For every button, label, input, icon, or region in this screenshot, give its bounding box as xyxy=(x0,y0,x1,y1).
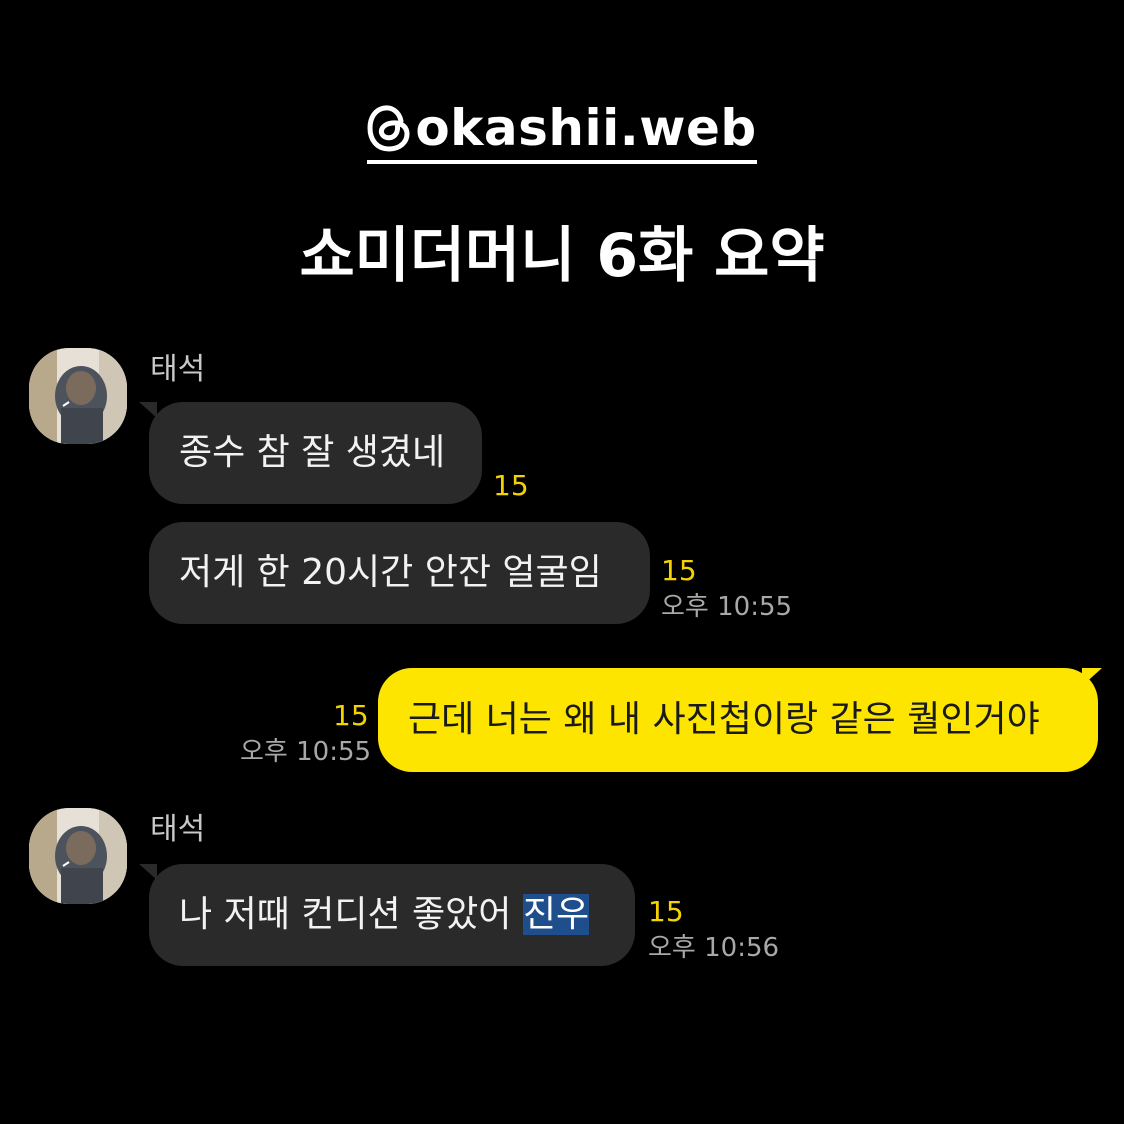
message-time: 오후 10:55 xyxy=(240,737,372,767)
message-bubble[interactable]: 저게 한 20시간 안잔 얼굴임 xyxy=(149,522,650,624)
message-bubble[interactable]: 나 저때 컨디션 좋았어 진우 xyxy=(149,864,635,966)
handle-text: okashii.web xyxy=(415,99,757,157)
profile-photo xyxy=(29,348,127,444)
unread-count: 15 xyxy=(661,554,697,587)
selected-text-highlight[interactable]: 진우 xyxy=(522,894,590,935)
message-text: 종수 참 잘 생겼네 xyxy=(179,432,446,473)
threads-handle: okashii.web xyxy=(0,98,1124,164)
bubble-tail xyxy=(1082,668,1102,686)
handle-underline: okashii.web xyxy=(367,98,757,164)
threads-icon xyxy=(367,105,410,152)
bubble-tail xyxy=(139,864,157,880)
unread-count: 15 xyxy=(648,895,684,928)
message-text: 나 저때 컨디션 좋았어 진우 xyxy=(179,894,590,935)
avatar[interactable] xyxy=(29,348,127,444)
message-bubble[interactable]: 종수 참 잘 생겼네 xyxy=(149,402,482,504)
bubble-tail xyxy=(139,402,157,418)
message-time: 오후 10:56 xyxy=(648,933,780,963)
avatar[interactable] xyxy=(29,808,127,904)
unread-count: 15 xyxy=(333,699,369,732)
message-text-plain: 나 저때 컨디션 좋았어 xyxy=(179,894,523,935)
sender-name: 태석 xyxy=(150,352,206,387)
message-time: 오후 10:55 xyxy=(661,592,793,622)
message-text: 저게 한 20시간 안잔 얼굴임 xyxy=(179,552,602,593)
my-message-bubble[interactable]: 근데 너는 왜 내 사진첩이랑 같은 퀄인거야 xyxy=(378,668,1098,772)
page-title: 쇼미더머니 6화 요약 xyxy=(299,221,825,291)
message-text: 근데 너는 왜 내 사진첩이랑 같은 퀄인거야 xyxy=(408,699,1040,740)
sender-name: 태석 xyxy=(150,812,206,847)
profile-photo xyxy=(29,808,127,904)
unread-count: 15 xyxy=(493,469,529,502)
